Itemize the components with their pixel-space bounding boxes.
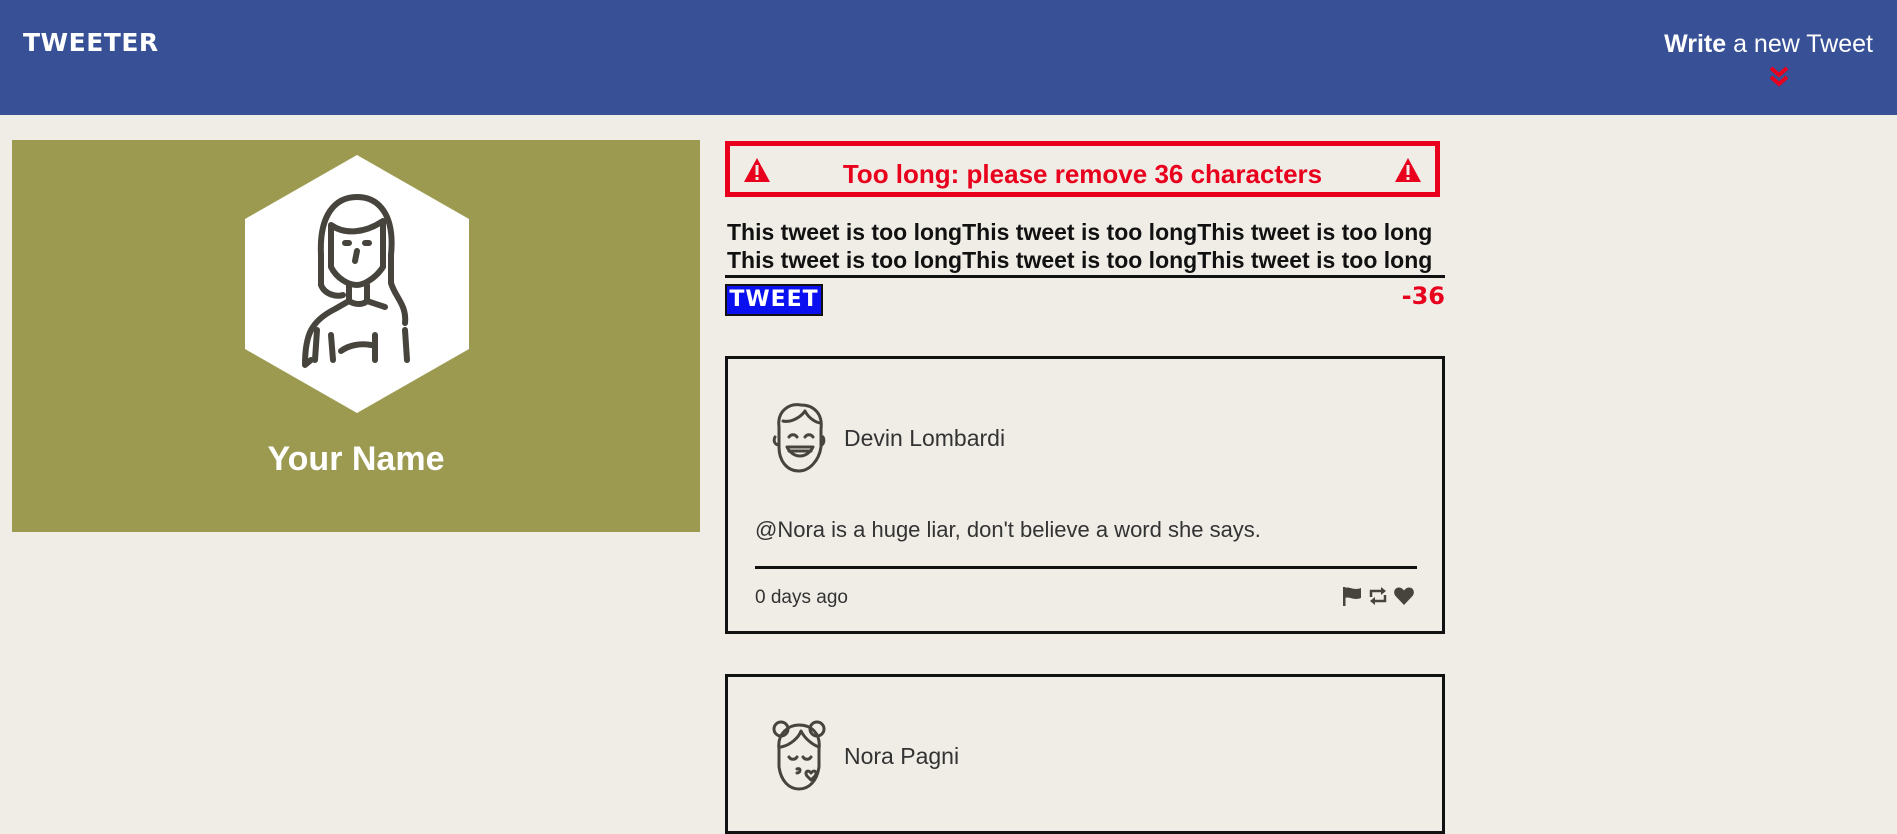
top-navbar: TWEETER Write a new Tweet <box>0 0 1897 115</box>
tweet-author[interactable]: Devin Lombardi <box>844 425 1005 452</box>
profile-name: Your Name <box>267 440 445 478</box>
laughing-man-avatar-icon <box>772 403 826 473</box>
write-tweet-link[interactable]: Write a new Tweet <box>1664 30 1873 59</box>
double-chevron-down-icon[interactable] <box>1765 64 1793 92</box>
tweet-body: @Nora is a huge liar, don't believe a wo… <box>755 517 1261 542</box>
tweet-actions <box>1341 585 1415 607</box>
warning-triangle-icon <box>1395 158 1421 182</box>
flag-icon[interactable] <box>1341 585 1363 607</box>
tweet-textarea[interactable]: This tweet is too longThis tweet is too … <box>727 218 1445 278</box>
write-tweet-rest: a new Tweet <box>1726 30 1873 58</box>
heart-icon[interactable] <box>1393 585 1415 607</box>
woman-avatar-icon <box>245 155 469 413</box>
tweet-card: Nora Pagni <box>725 674 1445 834</box>
error-message-box: Too long: please remove 36 characters <box>725 141 1440 197</box>
error-message: Too long: please remove 36 characters <box>842 159 1323 189</box>
write-tweet-bold: Write <box>1664 30 1727 58</box>
tweet-submit-button[interactable]: TWEET <box>725 284 823 316</box>
retweet-icon[interactable] <box>1367 585 1389 607</box>
tweet-divider <box>755 566 1417 569</box>
profile-card: Your Name <box>12 140 700 532</box>
tweet-card: Devin Lombardi @Nora is a huge liar, don… <box>725 356 1445 634</box>
kissing-woman-avatar-icon <box>772 720 826 791</box>
brand-logo[interactable]: TWEETER <box>23 28 159 57</box>
textarea-underline <box>725 275 1445 278</box>
character-counter: -36 <box>1401 282 1445 310</box>
tweet-author[interactable]: Nora Pagni <box>844 743 959 770</box>
tweet-timestamp: 0 days ago <box>755 587 848 608</box>
